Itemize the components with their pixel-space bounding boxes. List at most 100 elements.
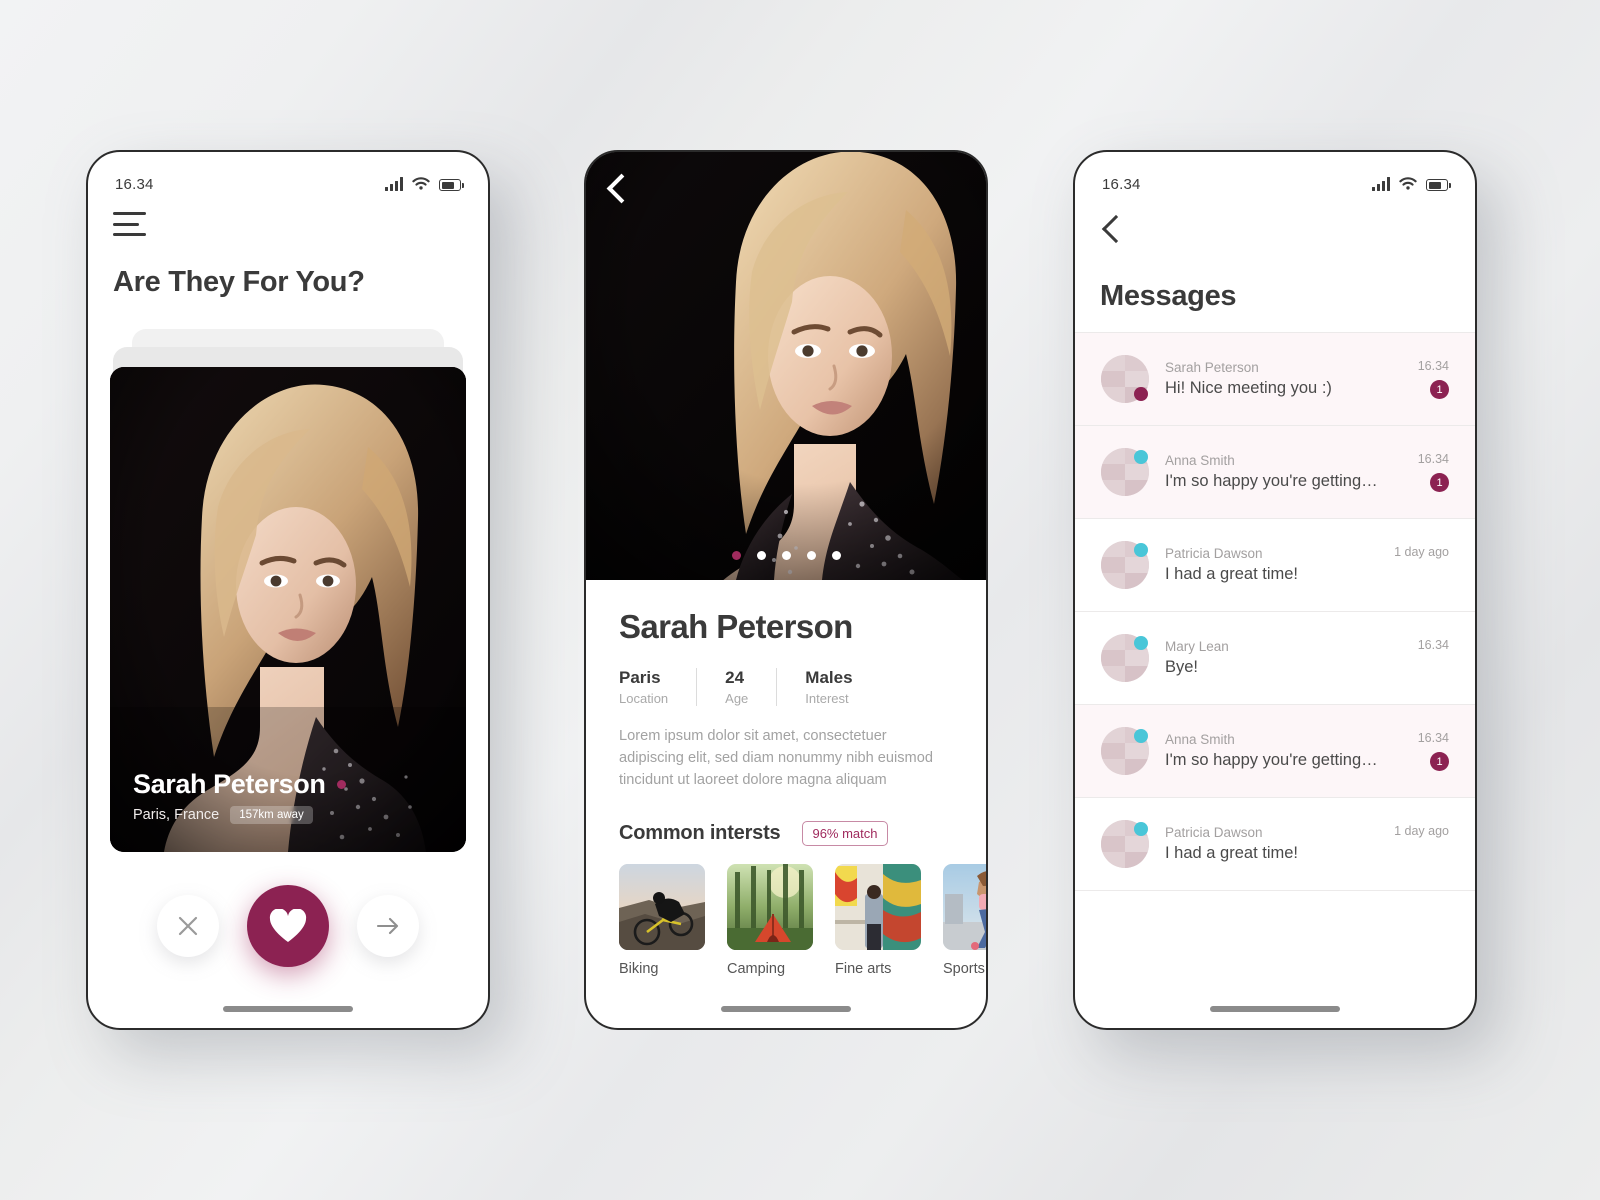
interest-item[interactable]: Camping [727, 863, 813, 977]
card-subtitle: Paris, France 157km away [133, 806, 446, 824]
message-preview: I'm so happy you're getting… [1165, 472, 1378, 490]
signal-bars-icon [385, 177, 403, 191]
status-badge-online [1134, 636, 1148, 650]
status-bar: 16.34 [1075, 152, 1475, 206]
photo-carousel-dots [586, 551, 986, 560]
message-preview: Bye! [1165, 658, 1199, 676]
page-title: Messages [1100, 280, 1237, 312]
list-bottom-divider [1075, 890, 1475, 891]
message-content: Mary Lean Bye! [1165, 639, 1402, 677]
message-sender: Sarah Peterson [1165, 360, 1259, 375]
stat-location: Paris Location [619, 668, 698, 706]
message-sender: Anna Smith [1165, 732, 1235, 747]
unread-count-badge: 1 [1430, 752, 1449, 771]
message-row[interactable]: Anna Smith I'm so happy you're getting… … [1075, 425, 1475, 518]
status-badge-online [1134, 450, 1148, 464]
interest-item[interactable]: Sports [943, 863, 986, 977]
wifi-icon [412, 177, 430, 191]
reject-button[interactable] [157, 895, 219, 957]
status-time: 16.34 [115, 175, 154, 193]
arrow-right-icon [376, 917, 399, 935]
interest-label: Sports [943, 960, 985, 977]
profile-details: Sarah Peterson Paris Location 24 Age Mal… [586, 580, 986, 977]
phone-screen-discover: 16.34 Are They For You? Sarah Peterson P… [86, 150, 490, 1030]
message-content: Anna Smith I'm so happy you're getting… [1165, 453, 1402, 491]
message-meta: 1 day ago [1394, 545, 1449, 585]
message-preview: Hi! Nice meeting you :) [1165, 379, 1332, 397]
message-time: 16.34 [1417, 359, 1449, 373]
message-content: Sarah Peterson Hi! Nice meeting you :) [1165, 360, 1402, 398]
message-row[interactable]: Anna Smith I'm so happy you're getting… … [1075, 704, 1475, 797]
next-button[interactable] [357, 895, 419, 957]
message-sender: Patricia Dawson [1165, 825, 1263, 840]
action-buttons [88, 885, 488, 967]
message-meta: 16.34 1 [1418, 359, 1449, 399]
back-button[interactable] [1100, 210, 1124, 250]
unread-count-badge: 1 [1430, 473, 1449, 492]
status-badge-online [1134, 822, 1148, 836]
common-interests-header: Common intersts 96% match [619, 820, 953, 846]
message-preview: I'm so happy you're getting… [1165, 751, 1378, 769]
carousel-dot-5[interactable] [831, 551, 841, 560]
avatar [1101, 541, 1149, 589]
carousel-dot-4[interactable] [806, 551, 816, 560]
carousel-dot-3[interactable] [781, 551, 791, 560]
message-meta: 16.34 1 [1418, 452, 1449, 492]
avatar [1101, 355, 1149, 403]
message-row[interactable]: Sarah Peterson Hi! Nice meeting you :) 1… [1075, 332, 1475, 425]
close-icon [178, 916, 198, 936]
interest-thumbnail-biking [619, 863, 705, 950]
avatar [1101, 634, 1149, 682]
avatar [1101, 727, 1149, 775]
interest-thumbnail-camping [727, 863, 813, 950]
home-indicator [1210, 1006, 1340, 1012]
messages-list: Sarah Peterson Hi! Nice meeting you :) 1… [1075, 332, 1475, 891]
stat-value: 24 [725, 668, 745, 687]
interest-thumbnail-sports [943, 863, 986, 950]
avatar [1101, 448, 1149, 496]
match-percentage-badge: 96% match [802, 820, 888, 846]
messages-header: Messages [1075, 206, 1475, 313]
like-button[interactable] [247, 885, 329, 967]
stat-label: Age [725, 691, 749, 706]
message-row[interactable]: Patricia Dawson I had a great time! 1 da… [1075, 518, 1475, 611]
stat-label: Location [619, 691, 669, 706]
wifi-icon [1399, 177, 1417, 191]
profile-card[interactable]: Sarah Peterson Paris, France 157km away [110, 367, 466, 852]
heart-icon [269, 909, 307, 942]
message-sender: Patricia Dawson [1165, 546, 1263, 561]
card-location: Paris, France [133, 807, 220, 823]
message-row[interactable]: Mary Lean Bye! 16.34 [1075, 611, 1475, 704]
message-row[interactable]: Patricia Dawson I had a great time! 1 da… [1075, 797, 1475, 890]
message-meta: 1 day ago [1394, 824, 1449, 864]
hamburger-menu-icon[interactable] [113, 212, 146, 236]
carousel-dot-1[interactable] [731, 551, 741, 560]
back-button[interactable] [605, 169, 629, 209]
card-caption: Sarah Peterson Paris, France 157km away [133, 769, 446, 824]
unread-count-badge: 1 [1430, 380, 1449, 399]
stat-value: Males [805, 668, 853, 687]
card-stack: Sarah Peterson Paris, France 157km away [88, 329, 488, 859]
online-status-dot [337, 780, 347, 789]
stat-interest: Males Interest [805, 668, 880, 706]
interest-thumbnail-fine-arts [835, 863, 921, 950]
profile-bio: Lorem ipsum dolor sit amet, consectetuer… [619, 728, 933, 789]
battery-icon [439, 179, 465, 191]
common-interests-title: Common intersts [619, 821, 781, 844]
interest-item[interactable]: Fine arts [835, 863, 921, 977]
carousel-dot-2[interactable] [756, 551, 766, 560]
message-sender: Mary Lean [1165, 639, 1229, 654]
status-bar: 16.34 [88, 152, 488, 206]
status-badge-online [1134, 387, 1148, 401]
card-name-row: Sarah Peterson [133, 769, 446, 800]
profile-name: Sarah Peterson [619, 608, 853, 645]
interest-label: Fine arts [835, 960, 892, 977]
status-icons [385, 177, 465, 191]
interest-item[interactable]: Biking [619, 863, 705, 977]
phone-screen-messages: 16.34 Messages Sarah Peterson Hi! Nice m… [1073, 150, 1477, 1030]
message-content: Patricia Dawson I had a great time! [1165, 825, 1378, 863]
screen1-header: Are They For You? [88, 206, 488, 299]
message-time: 16.34 [1417, 452, 1449, 466]
home-indicator [223, 1006, 353, 1012]
interests-list: Biking Camping Fine arts Sports [619, 863, 986, 977]
